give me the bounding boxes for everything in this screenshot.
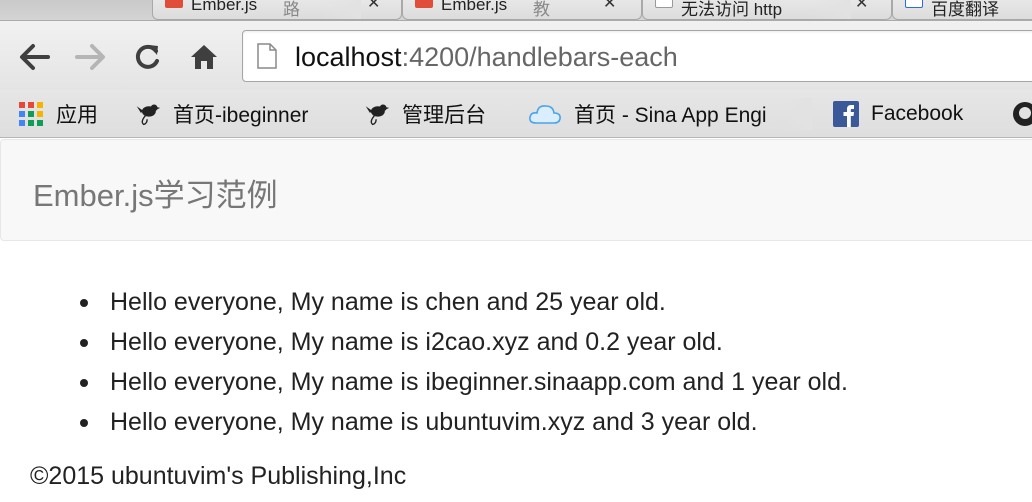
close-icon[interactable]: ✕ <box>855 0 868 13</box>
url-path: :4200/handlebars-each <box>401 42 678 72</box>
bird-icon <box>365 104 390 126</box>
address-bar[interactable]: localhost:4200/handlebars-each <box>242 30 1032 82</box>
arrow-right-icon <box>75 44 105 70</box>
page-footer: ©2015 ubuntuvim's Publishing,Inc <box>30 462 407 490</box>
bookmark-label: 首页 - Sina App Engi <box>574 104 767 127</box>
page-icon <box>257 43 277 69</box>
ember-favicon-icon <box>415 0 433 8</box>
reload-icon <box>135 44 159 69</box>
bookmark-facebook[interactable]: Facebook <box>833 90 963 138</box>
cloud-icon <box>529 105 561 124</box>
baidu-translate-favicon-icon <box>905 0 923 8</box>
apps-grid-icon <box>19 102 43 126</box>
list-item: Hello everyone, My name is chen and 25 y… <box>0 282 848 322</box>
reload-button[interactable] <box>129 39 165 75</box>
arrow-left-icon <box>20 44 50 70</box>
bookmark-label: 首页-ibeginner <box>173 104 309 127</box>
document-favicon-icon <box>655 0 673 8</box>
tab-title: Ember.js <box>441 0 508 14</box>
app-navbar: Ember.js学习范例 <box>0 139 1032 241</box>
bookmark-label: 管理后台 <box>402 104 486 127</box>
tab-title-suffix: 路 <box>283 0 300 19</box>
back-button[interactable] <box>17 39 53 75</box>
navbar-brand[interactable]: Ember.js学习范例 <box>33 170 278 215</box>
tab-strip: Ember.js 路 ✕ Ember.js 教 ✕ 无法访问 http ✕ 百度… <box>0 0 1032 20</box>
tab-fade <box>321 0 361 19</box>
list-item: Hello everyone, My name is ubuntuvim.xyz… <box>0 402 848 442</box>
bookmark-github[interactable] <box>1012 90 1032 138</box>
forward-button[interactable] <box>72 39 108 75</box>
url-text[interactable]: localhost:4200/handlebars-each <box>295 42 678 73</box>
person-list: Hello everyone, My name is chen and 25 y… <box>0 282 848 442</box>
bullet-icon <box>80 379 88 387</box>
home-icon <box>191 45 217 69</box>
bookmark-sina-app-engine[interactable]: 首页 - Sina App Engi <box>528 90 767 138</box>
list-item-text: Hello everyone, My name is i2cao.xyz and… <box>110 328 723 356</box>
bullet-icon <box>80 299 88 307</box>
bookmark-label-fade <box>782 98 812 130</box>
url-host: localhost <box>295 42 402 72</box>
bullet-icon <box>80 419 88 427</box>
facebook-icon <box>833 101 859 127</box>
github-icon <box>1013 102 1032 126</box>
tab-title-suffix: 教 <box>533 0 550 19</box>
bookmarks-bar: 应用 首页-ibeginner 管理后台 首页 - Sina App Engi <box>0 90 1032 138</box>
close-icon[interactable]: ✕ <box>367 0 380 13</box>
close-icon[interactable]: ✕ <box>603 0 616 13</box>
tab-title: 无法访问 http <box>681 0 783 19</box>
bookmark-label: 应用 <box>56 104 98 127</box>
tab-baidu-translate[interactable]: 百度翻译 <box>892 0 1032 20</box>
tab-ember-2[interactable]: Ember.js 教 ✕ <box>402 0 642 20</box>
tab-fade <box>811 0 851 19</box>
home-button[interactable] <box>186 39 222 75</box>
list-item-text: Hello everyone, My name is ubuntuvim.xyz… <box>110 408 758 436</box>
ember-favicon-icon <box>165 0 183 8</box>
tab-title: Ember.js <box>191 0 258 14</box>
bookmark-ibeginner-home[interactable]: 首页-ibeginner <box>135 90 308 138</box>
list-item: Hello everyone, My name is i2cao.xyz and… <box>0 322 848 362</box>
tab-ember-1[interactable]: Ember.js 路 ✕ <box>152 0 402 20</box>
bullet-icon <box>80 339 88 347</box>
browser-toolbar: localhost:4200/handlebars-each <box>0 20 1032 90</box>
tab-unreachable[interactable]: 无法访问 http ✕ <box>642 0 892 20</box>
bird-icon <box>136 104 161 126</box>
bookmark-admin[interactable]: 管理后台 <box>364 90 486 138</box>
bookmark-apps[interactable]: 应用 <box>18 90 98 138</box>
list-item: Hello everyone, My name is ibeginner.sin… <box>0 362 848 402</box>
list-item-text: Hello everyone, My name is ibeginner.sin… <box>110 368 848 396</box>
list-item-text: Hello everyone, My name is chen and 25 y… <box>110 288 666 316</box>
bookmark-label: Facebook <box>871 102 964 125</box>
tab-title: 百度翻译 <box>931 0 999 19</box>
